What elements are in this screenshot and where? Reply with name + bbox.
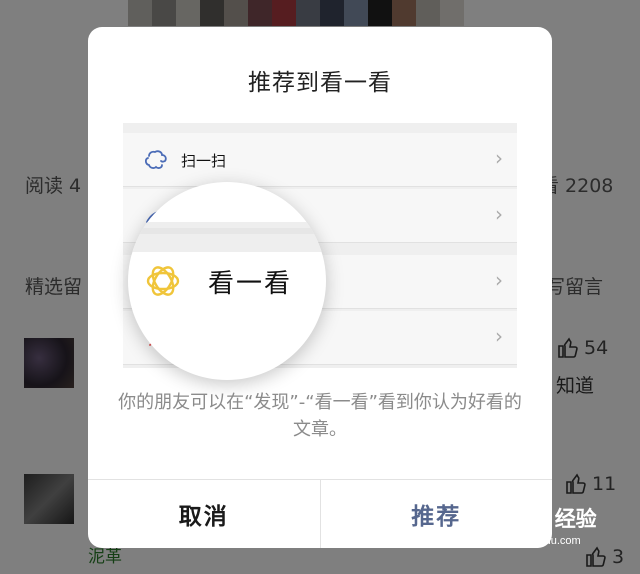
preview-row-scan: 扫一扫 › [123,133,517,187]
scan-icon [144,150,167,169]
recommend-dialog: 推荐到看一看 扫一扫 › › › › 看一看 你的朋友可以在“发现”-“看一看”… [88,27,552,548]
chevron-right-icon: › [495,324,503,348]
magnifier-highlight: 看一看 [128,182,326,380]
chevron-right-icon: › [495,146,503,170]
dialog-title: 推荐到看一看 [248,70,392,96]
chevron-right-icon: › [495,268,503,292]
wow-icon [146,266,180,296]
magnified-label: 看一看 [208,269,293,299]
watermark-url: jingyan.baidu.com [492,535,581,547]
watermark-brand-right: 经验 [554,508,597,531]
chevron-right-icon: › [495,202,503,226]
dialog-button-bar: 取消 推荐 [88,479,552,548]
baidu-jingyan-watermark: Bai 经验 jingyan.baidu.com [492,503,597,547]
dialog-description: 你的朋友可以在“发现”-“看一看”看到你认为好看的文章。 [118,392,522,440]
cancel-button[interactable]: 取消 [88,480,321,548]
watermark-brand-left: Bai [492,506,525,529]
paw-icon [529,506,551,529]
preview-row-label: 扫一扫 [181,152,227,170]
